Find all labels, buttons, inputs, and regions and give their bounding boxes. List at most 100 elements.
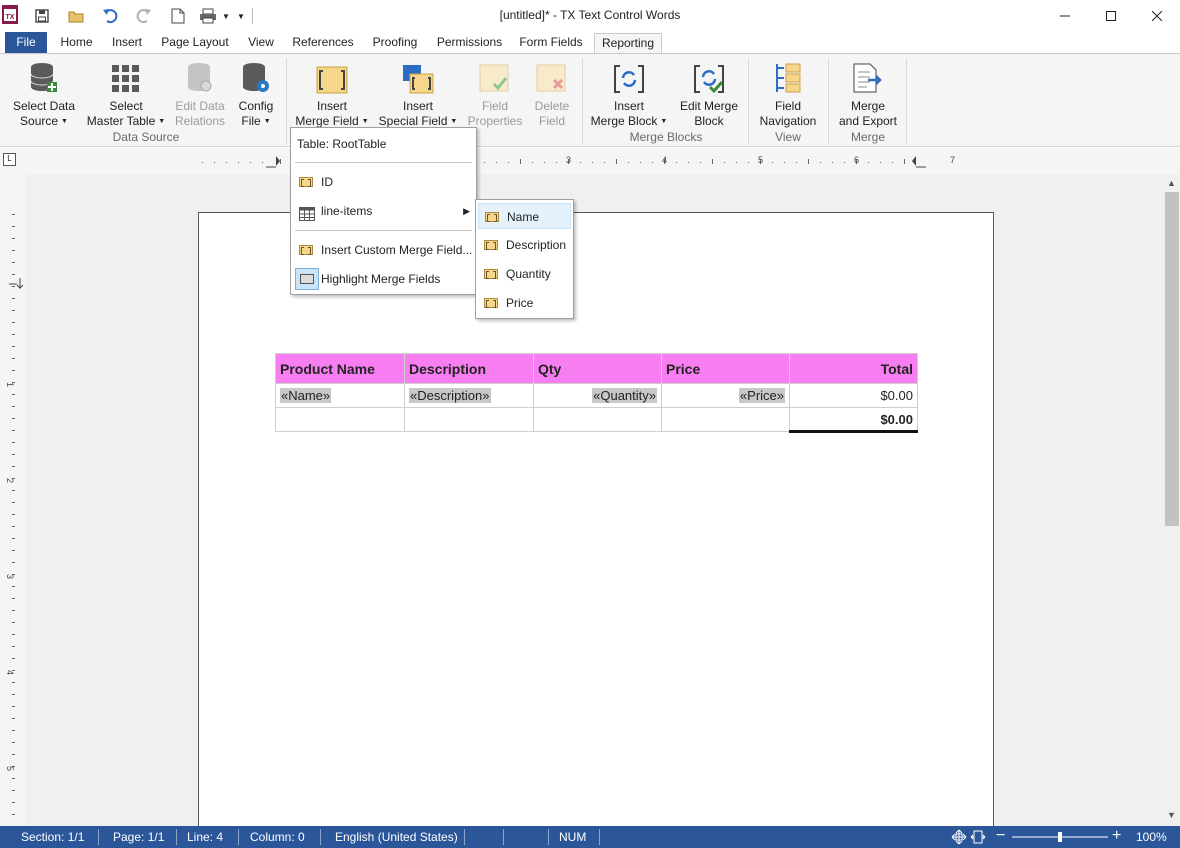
- table-cell[interactable]: «Name»: [275, 383, 405, 408]
- table-cell[interactable]: [661, 407, 790, 432]
- fit-page-icon[interactable]: [951, 829, 967, 845]
- vertical-scrollbar[interactable]: ▲ ▼: [1164, 174, 1180, 826]
- table-cell[interactable]: [404, 407, 534, 432]
- close-icon[interactable]: [1134, 0, 1180, 32]
- header-product-name[interactable]: Product Name: [275, 353, 405, 384]
- menu-item-insert-custom-merge-field[interactable]: Insert Custom Merge Field...: [293, 237, 474, 263]
- scrollbar-thumb[interactable]: [1165, 192, 1179, 526]
- table-cell[interactable]: [533, 407, 662, 432]
- row-total-cell[interactable]: $0.00: [789, 383, 918, 408]
- edit-merge-block-icon: [674, 58, 744, 94]
- database-relations-icon: [170, 58, 230, 94]
- header-price[interactable]: Price: [661, 353, 790, 384]
- submenu-item-label: Description: [506, 238, 567, 252]
- status-separator: [238, 829, 239, 845]
- tab-insert[interactable]: Insert: [106, 32, 148, 53]
- menu-separator: [295, 230, 472, 231]
- table-icon: [299, 204, 315, 221]
- tab-page-layout[interactable]: Page Layout: [155, 32, 235, 53]
- config-file-button[interactable]: Config File ▼: [232, 58, 280, 129]
- zoom-slider-thumb[interactable]: [1058, 832, 1062, 842]
- print-dropdown-caret-icon[interactable]: ▼: [220, 6, 232, 26]
- vertical-ruler[interactable]: 1 2 3 4 5: [0, 174, 26, 826]
- insert-special-field-button[interactable]: Insert Special Field ▼: [376, 58, 460, 129]
- save-icon[interactable]: [32, 6, 52, 26]
- zoom-level[interactable]: 100%: [1136, 826, 1167, 848]
- menu-item-highlight-merge-fields[interactable]: Highlight Merge Fields: [293, 266, 474, 292]
- submenu-item-label: Name: [507, 210, 540, 224]
- merge-field-description[interactable]: «Description»: [409, 388, 491, 403]
- minimize-icon[interactable]: [1042, 0, 1088, 32]
- status-page[interactable]: Page: 1/1: [113, 826, 164, 848]
- tab-references[interactable]: References: [288, 32, 358, 53]
- table-cell[interactable]: [275, 407, 405, 432]
- group-separator: [748, 58, 749, 144]
- vruler-number-5: 5: [5, 766, 15, 771]
- zoom-slider[interactable]: [1012, 832, 1108, 842]
- menu-item-line-items[interactable]: line-items ▶: [293, 198, 474, 224]
- zoom-out-icon[interactable]: −: [996, 826, 1005, 848]
- customize-qat-caret-icon[interactable]: ▼: [235, 6, 247, 26]
- select-data-source-button[interactable]: Select Data Source ▼: [8, 58, 80, 129]
- maximize-icon[interactable]: [1088, 0, 1134, 32]
- edit-data-relations-button[interactable]: Edit Data Relations: [170, 58, 230, 129]
- insert-merge-field-button[interactable]: Insert Merge Field ▼: [292, 58, 372, 129]
- edit-merge-block-label-1: Edit Merge: [679, 99, 739, 113]
- print-icon[interactable]: [196, 6, 220, 26]
- status-line[interactable]: Line: 4: [187, 826, 223, 848]
- scroll-up-icon[interactable]: ▲: [1167, 178, 1176, 188]
- merge-field-name[interactable]: «Name»: [280, 388, 332, 403]
- tab-file[interactable]: File: [5, 32, 47, 53]
- new-document-icon[interactable]: [168, 6, 188, 26]
- submenu-item-description[interactable]: Description: [478, 232, 571, 258]
- group-label-merge-blocks: Merge Blocks: [629, 130, 703, 144]
- grand-total-cell[interactable]: $0.00: [789, 407, 918, 433]
- submenu-arrow-icon: ▶: [463, 206, 470, 216]
- status-separator: [548, 829, 549, 845]
- undo-icon[interactable]: [100, 6, 120, 26]
- header-description[interactable]: Description: [404, 353, 534, 384]
- tab-home[interactable]: Home: [53, 32, 100, 53]
- submenu-item-price[interactable]: Price: [478, 290, 571, 316]
- ruler-number-6: 6: [854, 155, 859, 165]
- header-total[interactable]: Total: [789, 353, 918, 384]
- tab-view[interactable]: View: [242, 32, 280, 53]
- edit-merge-block-button[interactable]: Edit Merge Block: [674, 58, 744, 129]
- status-column[interactable]: Column: 0: [250, 826, 305, 848]
- tab-reporting[interactable]: Reporting: [594, 33, 662, 54]
- redo-icon[interactable]: [134, 6, 154, 26]
- status-language[interactable]: English (United States): [335, 826, 458, 848]
- tab-permissions[interactable]: Permissions: [432, 32, 507, 53]
- zoom-in-icon[interactable]: +: [1112, 826, 1121, 848]
- merge-field-price[interactable]: «Price»: [738, 388, 785, 403]
- status-section[interactable]: Section: 1/1: [21, 826, 84, 848]
- select-master-table-button[interactable]: Select Master Table ▼: [86, 58, 166, 129]
- merge-field-quantity[interactable]: «Quantity»: [592, 388, 657, 403]
- merge-export-icon: [834, 58, 902, 94]
- table-cell[interactable]: «Quantity»: [533, 383, 662, 408]
- insert-merge-block-button[interactable]: Insert Merge Block ▼: [588, 58, 670, 129]
- document-page[interactable]: [198, 212, 994, 832]
- submenu-item-name[interactable]: Name: [478, 203, 571, 229]
- tab-stop-selector[interactable]: L: [3, 153, 16, 166]
- fit-width-icon[interactable]: [970, 829, 986, 845]
- database-add-icon: [8, 58, 80, 94]
- menu-item-label: line-items: [321, 204, 373, 218]
- tab-proofing[interactable]: Proofing: [366, 32, 424, 53]
- status-separator: [320, 829, 321, 845]
- table-cell[interactable]: «Price»: [661, 383, 790, 408]
- menu-separator: [295, 162, 472, 163]
- scroll-down-icon[interactable]: ▼: [1167, 810, 1176, 820]
- invoice-table[interactable]: Product Name Description Qty Price Total…: [275, 353, 918, 433]
- tab-form-fields[interactable]: Form Fields: [515, 32, 587, 53]
- merge-and-export-button[interactable]: Merge and Export: [834, 58, 902, 129]
- open-folder-icon[interactable]: [66, 6, 86, 26]
- submenu-item-quantity[interactable]: Quantity: [478, 261, 571, 287]
- table-cell[interactable]: «Description»: [404, 383, 534, 408]
- delete-field-button[interactable]: Delete Field: [528, 58, 576, 129]
- horizontal-ruler-row: L 1 2 3 4 5 6 7: [0, 148, 1180, 174]
- menu-item-id[interactable]: ID: [293, 169, 474, 195]
- field-navigation-button[interactable]: Field Navigation: [752, 58, 824, 129]
- field-properties-button[interactable]: Field Properties: [466, 58, 524, 129]
- header-qty[interactable]: Qty: [533, 353, 662, 384]
